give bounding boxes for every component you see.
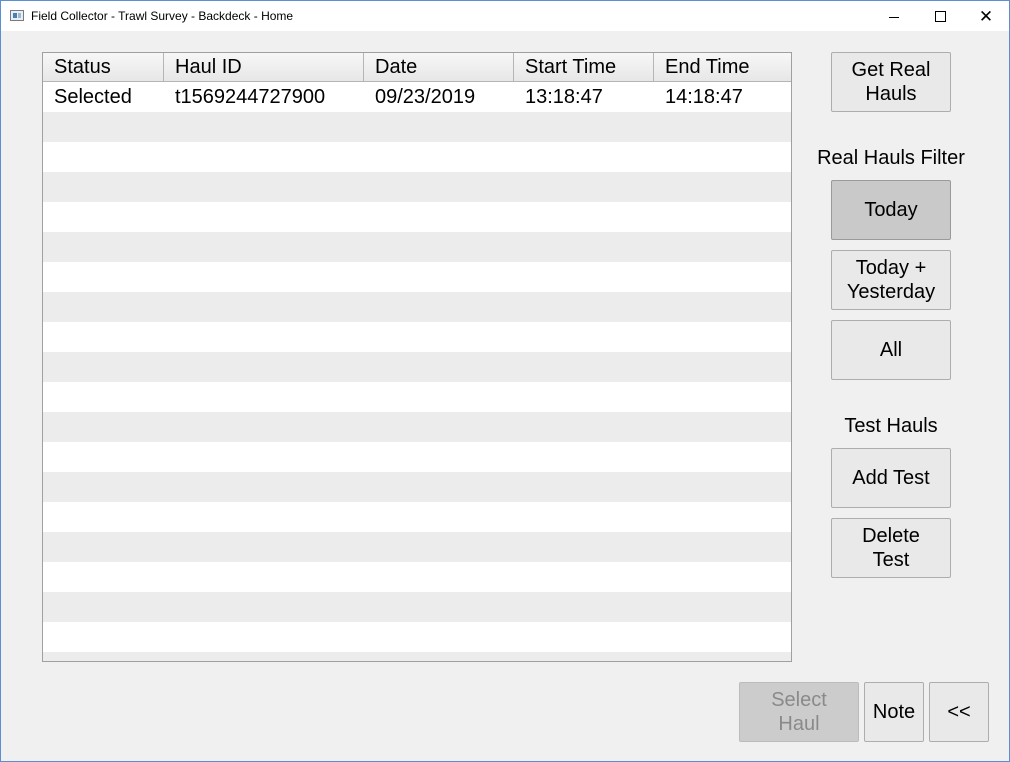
close-button[interactable]: ✕	[963, 1, 1009, 31]
maximize-button[interactable]	[917, 1, 963, 31]
empty-rows	[43, 112, 791, 661]
minimize-button[interactable]	[871, 1, 917, 31]
add-test-button[interactable]: Add Test	[831, 448, 951, 508]
empty-row	[43, 172, 791, 202]
window-title: Field Collector - Trawl Survey - Backdec…	[31, 9, 294, 23]
empty-row	[43, 382, 791, 412]
close-icon: ✕	[978, 6, 994, 26]
column-header-date[interactable]: Date	[364, 53, 514, 81]
cell-haul-id: t1569244727900	[175, 86, 326, 108]
table-body: Selected t1569244727900 09/23/2019 13:18…	[43, 82, 791, 661]
filter-today-button[interactable]: Today	[831, 180, 951, 240]
empty-row	[43, 652, 791, 661]
cell-date: 09/23/2019	[375, 86, 476, 108]
select-haul-button[interactable]: Select Haul	[739, 682, 859, 742]
empty-row	[43, 232, 791, 262]
test-hauls-label: Test Hauls	[844, 415, 938, 437]
empty-row	[43, 112, 791, 142]
hauls-table[interactable]: Status Haul ID Date Start Time End Time …	[42, 52, 792, 662]
title-bar: Field Collector - Trawl Survey - Backdec…	[1, 1, 1009, 31]
empty-row	[43, 322, 791, 352]
column-header-start-time[interactable]: Start Time	[514, 53, 654, 81]
app-icon	[10, 10, 24, 21]
app-window: Field Collector - Trawl Survey - Backdec…	[0, 0, 1010, 762]
cell-end-time: 14:18:47	[665, 86, 743, 108]
table-header: Status Haul ID Date Start Time End Time	[43, 53, 791, 82]
empty-row	[43, 292, 791, 322]
minimize-icon	[889, 16, 899, 18]
maximize-icon	[934, 10, 946, 22]
empty-row	[43, 472, 791, 502]
empty-row	[43, 592, 791, 622]
cell-start-time: 13:18:47	[525, 86, 603, 108]
empty-row	[43, 442, 791, 472]
column-header-end-time[interactable]: End Time	[654, 53, 791, 81]
cell-status: Selected	[54, 86, 132, 108]
column-header-haul-id[interactable]: Haul ID	[164, 53, 364, 81]
empty-row	[43, 502, 791, 532]
empty-row	[43, 622, 791, 652]
empty-row	[43, 412, 791, 442]
note-button[interactable]: Note	[864, 682, 924, 742]
empty-row	[43, 562, 791, 592]
table-row[interactable]: Selected t1569244727900 09/23/2019 13:18…	[43, 82, 791, 112]
empty-row	[43, 532, 791, 562]
empty-row	[43, 202, 791, 232]
get-real-hauls-button[interactable]: Get Real Hauls	[831, 52, 951, 112]
filter-all-button[interactable]: All	[831, 320, 951, 380]
filter-today-yesterday-button[interactable]: Today + Yesterday	[831, 250, 951, 310]
empty-row	[43, 142, 791, 172]
real-hauls-filter-label: Real Hauls Filter	[817, 147, 965, 169]
empty-row	[43, 262, 791, 292]
column-header-status[interactable]: Status	[43, 53, 164, 81]
empty-row	[43, 352, 791, 382]
delete-test-button[interactable]: Delete Test	[831, 518, 951, 578]
back-button[interactable]: <<	[929, 682, 989, 742]
